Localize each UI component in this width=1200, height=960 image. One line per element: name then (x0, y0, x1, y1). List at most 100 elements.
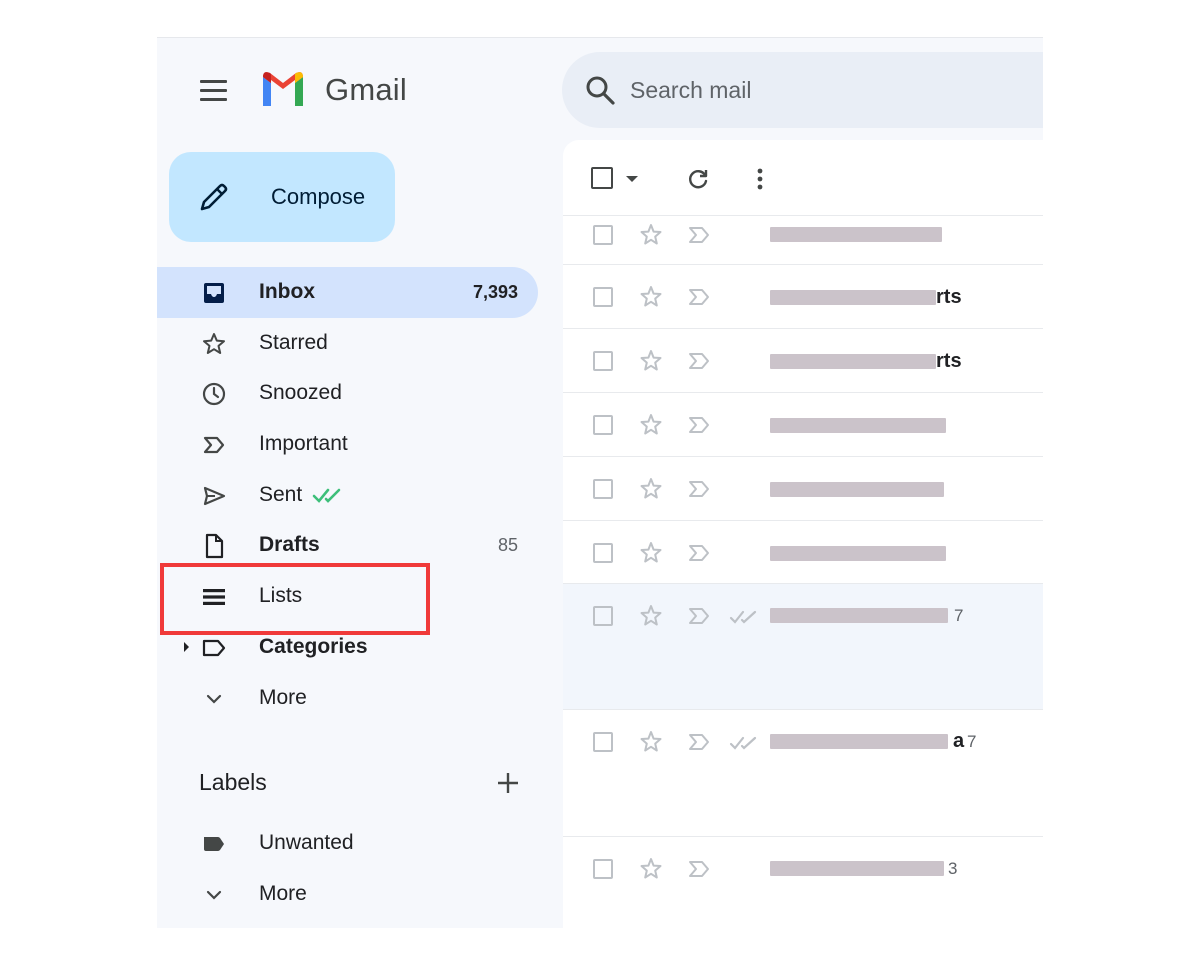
sidebar-item-snoozed[interactable]: Snoozed (157, 368, 538, 419)
important-marker-icon[interactable] (687, 225, 713, 245)
redacted-sender (770, 354, 936, 369)
important-marker-icon[interactable] (687, 415, 713, 435)
main-menu-icon[interactable] (197, 78, 231, 102)
label-filled-icon (204, 837, 224, 851)
mail-toolbar (563, 140, 1043, 216)
important-marker-icon[interactable] (687, 732, 713, 752)
star-icon[interactable] (639, 285, 663, 309)
row-checkbox[interactable] (593, 351, 613, 371)
clock-icon (202, 383, 226, 406)
redacted-sender (770, 861, 944, 876)
important-marker-icon[interactable] (687, 543, 713, 563)
redacted-sender (770, 290, 936, 305)
sidebar-item-important[interactable]: Important (157, 419, 538, 470)
refresh-icon[interactable] (685, 166, 711, 192)
expand-arrow-icon[interactable] (181, 640, 191, 654)
more-vert-icon[interactable] (755, 166, 765, 192)
mail-row[interactable]: a 7 (563, 710, 1043, 837)
redacted-sender (770, 418, 946, 433)
mail-row[interactable] (563, 521, 1043, 584)
double-check-icon (729, 736, 757, 750)
sidebar-item-lists[interactable]: Lists (157, 571, 538, 622)
important-marker-icon[interactable] (687, 859, 713, 879)
unread-count: 7,393 (472, 282, 518, 302)
sidebar-item-label: Starred (259, 330, 328, 354)
redacted-sender (770, 608, 948, 623)
compose-label: Compose (271, 184, 366, 209)
thread-count: 3 (948, 859, 958, 878)
gmail-logo-icon (263, 72, 303, 106)
mail-row[interactable] (563, 217, 1043, 265)
add-label-icon[interactable] (495, 770, 521, 796)
important-icon (203, 436, 225, 454)
star-icon[interactable] (639, 477, 663, 501)
star-icon[interactable] (639, 604, 663, 628)
mail-row[interactable]: rts (563, 329, 1043, 393)
compose-button[interactable]: Compose (169, 152, 395, 242)
send-icon (203, 486, 226, 505)
row-checkbox[interactable] (593, 415, 613, 435)
row-checkbox[interactable] (593, 225, 613, 245)
sidebar-item-label: More (259, 685, 307, 709)
thread-count: 7 (954, 606, 964, 625)
row-checkbox[interactable] (593, 732, 613, 752)
mail-row[interactable]: 3 (563, 837, 1043, 917)
sidebar-item-label: Important (259, 432, 348, 456)
labels-heading: Labels (199, 769, 267, 795)
label-item-unwanted[interactable]: Unwanted (157, 818, 538, 869)
app-title: Gmail (325, 72, 407, 107)
select-dropdown-icon[interactable] (626, 176, 638, 182)
sidebar-item-more[interactable]: More (157, 673, 538, 724)
sidebar-item-label: Categories (259, 634, 368, 658)
row-checkbox[interactable] (593, 606, 613, 626)
star-icon[interactable] (639, 223, 663, 247)
double-check-icon (312, 488, 341, 503)
inbox-icon (204, 283, 224, 303)
star-icon[interactable] (639, 349, 663, 373)
chevron-down-icon (206, 890, 222, 900)
row-checkbox[interactable] (593, 479, 613, 499)
mail-sender: a (953, 730, 965, 752)
mail-row[interactable] (563, 457, 1043, 521)
gmail-window: Gmail Compose Inbox 7,393 Sta (157, 37, 1043, 928)
redacted-sender (770, 482, 944, 497)
mail-row[interactable]: 7 (563, 584, 1043, 710)
star-icon[interactable] (639, 541, 663, 565)
mail-list-panel: rts rts 7 a 7 3 (563, 140, 1043, 928)
sidebar-item-label: Inbox (259, 280, 315, 303)
lists-icon (203, 589, 225, 606)
double-check-icon (729, 610, 757, 624)
important-marker-icon[interactable] (687, 606, 713, 626)
sidebar-item-inbox[interactable]: Inbox 7,393 (157, 267, 538, 318)
sidebar-item-label: Lists (259, 584, 303, 608)
mail-row[interactable] (563, 393, 1043, 457)
row-checkbox[interactable] (593, 287, 613, 307)
search-bar[interactable] (562, 52, 1043, 128)
sidebar-item-label: More (259, 881, 307, 905)
chevron-down-icon (206, 694, 222, 704)
sidebar-item-label: Unwanted (259, 831, 354, 854)
draft-count: 85 (497, 535, 518, 556)
search-icon[interactable] (584, 74, 616, 106)
row-checkbox[interactable] (593, 543, 613, 563)
sidebar-item-sent[interactable]: Sent (157, 470, 538, 521)
sidebar-item-label: Snoozed (259, 381, 342, 405)
important-marker-icon[interactable] (687, 351, 713, 371)
row-checkbox[interactable] (593, 859, 613, 879)
mail-sender: rts (936, 286, 962, 308)
sidebar-item-categories[interactable]: Categories (157, 622, 538, 673)
mail-row[interactable]: rts (563, 265, 1043, 329)
important-marker-icon[interactable] (687, 287, 713, 307)
star-icon[interactable] (639, 730, 663, 754)
sidebar-item-drafts[interactable]: Drafts 85 (157, 520, 538, 571)
draft-icon (205, 534, 224, 559)
sidebar-item-starred[interactable]: Starred (157, 318, 538, 369)
sidebar-item-label: Sent (259, 482, 303, 506)
star-icon[interactable] (639, 857, 663, 881)
important-marker-icon[interactable] (687, 479, 713, 499)
search-input[interactable] (630, 72, 1030, 108)
star-icon[interactable] (639, 413, 663, 437)
label-item-more[interactable]: More (157, 869, 538, 920)
redacted-sender (770, 546, 946, 561)
select-all-checkbox[interactable] (591, 167, 613, 189)
